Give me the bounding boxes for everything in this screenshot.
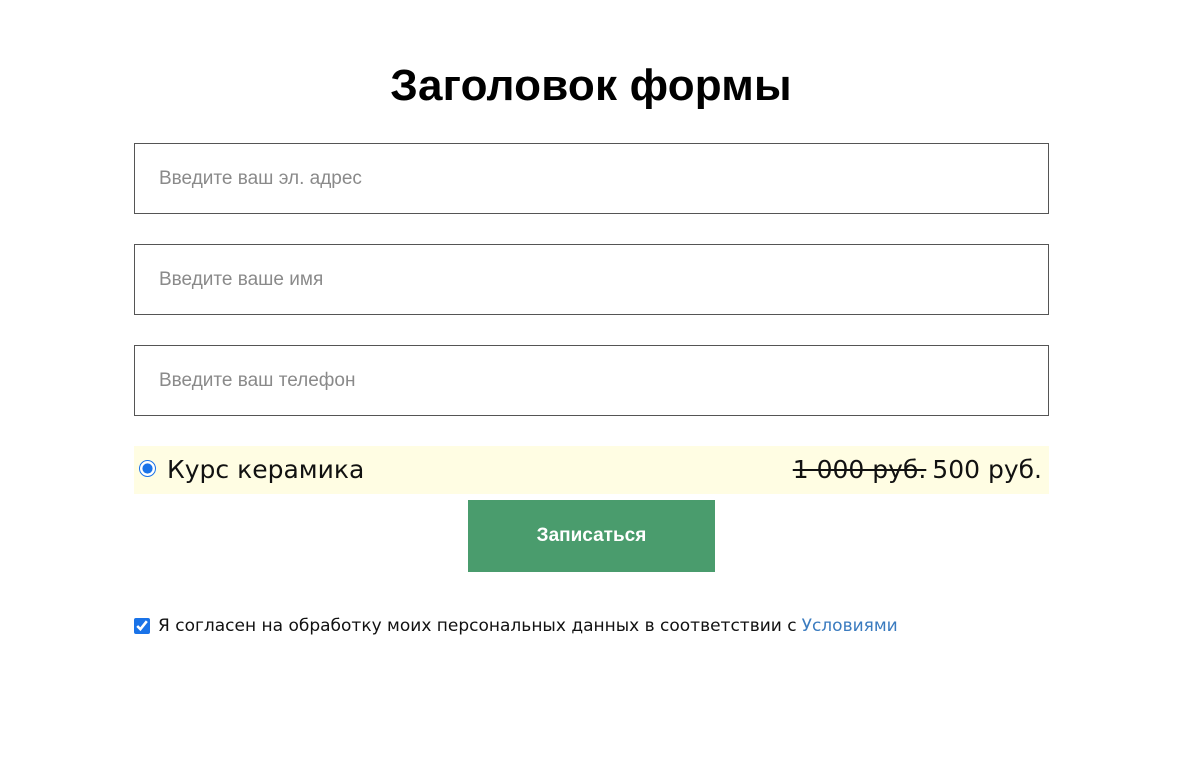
course-option[interactable]: Курс керамика 1 000 руб. 500 руб. (134, 446, 1049, 494)
terms-link[interactable]: Условиями (802, 616, 898, 636)
course-radio[interactable] (139, 460, 156, 477)
consent-checkbox[interactable] (134, 618, 150, 634)
form-title: Заголовок формы (390, 61, 792, 110)
new-price: 500 руб. (932, 455, 1042, 484)
name-field[interactable] (134, 244, 1049, 315)
old-price: 1 000 руб. (792, 455, 927, 484)
consent-row: Я согласен на обработку моих персональны… (134, 615, 898, 637)
email-field[interactable] (134, 143, 1049, 214)
submit-button[interactable]: Записаться (468, 500, 715, 572)
course-name: Курс керамика (167, 455, 365, 484)
phone-field[interactable] (134, 345, 1049, 416)
course-price: 1 000 руб. 500 руб. (793, 454, 1042, 486)
consent-text: Я согласен на обработку моих персональны… (158, 616, 797, 636)
